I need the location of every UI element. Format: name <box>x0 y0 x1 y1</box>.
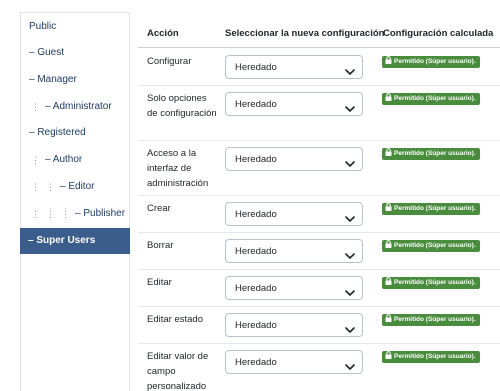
action-label: Crear <box>147 203 171 214</box>
row-divider <box>138 232 500 233</box>
user-groups-tablist: Public – Guest – Manager ⋮ – Administrator – … <box>20 12 130 391</box>
group-label: – Super Users <box>28 235 96 246</box>
calculated-setting-badge: Permitido (Súper usuario). <box>382 240 480 252</box>
action-label: Borrar <box>147 240 174 251</box>
chevron-down-icon <box>345 155 355 167</box>
calculated-setting-text: Permitido (Súper usuario). <box>394 205 476 212</box>
lock-icon <box>385 203 392 211</box>
action-label: Editar <box>147 277 172 288</box>
row-divider <box>138 343 500 344</box>
calculated-setting-text: Permitido (Súper usuario). <box>394 353 476 360</box>
group-tab-guest[interactable]: – Guest <box>21 40 129 66</box>
action-label: Editar valor de campo personalizado <box>147 351 209 391</box>
tree-indent-icon: ⋮ <box>46 209 55 219</box>
calculated-setting-text: Permitido (Súper usuario). <box>394 95 476 102</box>
chevron-down-icon <box>345 284 355 296</box>
calculated-setting-badge: Permitido (Súper usuario). <box>382 277 480 289</box>
permission-select-value: Heredado <box>235 154 277 165</box>
tree-indent-icon: ⋮ <box>31 182 40 192</box>
permission-select-value: Heredado <box>235 246 277 257</box>
permission-select[interactable]: Heredado <box>225 147 363 171</box>
group-label: – Author <box>45 154 83 165</box>
chevron-down-icon <box>345 63 355 75</box>
chevron-down-icon <box>345 321 355 333</box>
permission-select-value: Heredado <box>235 320 277 331</box>
permission-select-value: Heredado <box>235 209 277 220</box>
permission-select[interactable]: Heredado <box>225 350 363 374</box>
column-header-new-setting: Seleccionar la nueva configuración <box>225 28 385 39</box>
action-label: Solo opciones de configuración <box>147 93 217 119</box>
tree-indent-icon: ⋮ <box>46 182 55 192</box>
calculated-setting-badge: Permitido (Súper usuario). <box>382 93 480 105</box>
permission-select-value: Heredado <box>235 357 277 368</box>
group-label: – Guest <box>29 47 65 58</box>
group-label: – Manager <box>29 74 77 85</box>
calculated-setting-text: Permitido (Súper usuario). <box>394 279 476 286</box>
lock-icon <box>385 240 392 248</box>
header-divider <box>138 47 500 48</box>
action-label: Acceso a la interfaz de administración <box>147 148 209 189</box>
calculated-setting-text: Permitido (Súper usuario). <box>394 58 476 65</box>
chevron-down-icon <box>345 358 355 370</box>
lock-icon <box>385 351 392 359</box>
permission-select[interactable]: Heredado <box>225 276 363 300</box>
action-label: Configurar <box>147 56 192 67</box>
lock-icon <box>385 56 392 64</box>
tree-indent-icon: ⋮ <box>31 102 40 112</box>
tree-indent-icon: ⋮ <box>31 155 40 165</box>
calculated-setting-badge: Permitido (Súper usuario). <box>382 314 480 326</box>
permission-select[interactable]: Heredado <box>225 55 363 79</box>
group-tab-editor[interactable]: ⋮ ⋮ – Editor <box>21 174 129 200</box>
group-label: – Administrator <box>45 101 112 112</box>
permission-select[interactable]: Heredado <box>225 313 363 337</box>
chevron-down-icon <box>345 210 355 222</box>
row-divider <box>138 195 500 196</box>
calculated-setting-text: Permitido (Súper usuario). <box>394 316 476 323</box>
permission-select-value: Heredado <box>235 283 277 294</box>
row-divider <box>138 269 500 270</box>
lock-icon <box>385 277 392 285</box>
permission-select-value: Heredado <box>235 62 277 73</box>
calculated-setting-badge: Permitido (Súper usuario). <box>382 148 480 160</box>
group-label: – Publisher <box>75 208 126 219</box>
row-divider <box>138 306 500 307</box>
chevron-down-icon <box>345 100 355 112</box>
permissions-table: Acción Seleccionar la nueva configuració… <box>138 0 500 391</box>
lock-icon <box>385 314 392 322</box>
group-tab-administrator[interactable]: ⋮ – Administrator <box>21 94 129 120</box>
calculated-setting-badge: Permitido (Súper usuario). <box>382 351 480 363</box>
permission-select-value: Heredado <box>235 99 277 110</box>
tree-indent-icon: ⋮ <box>31 209 40 219</box>
row-divider <box>138 85 500 86</box>
group-tab-public[interactable]: Public <box>21 14 129 40</box>
lock-icon <box>385 148 392 156</box>
group-tab-manager[interactable]: – Manager <box>21 67 129 93</box>
permission-select[interactable]: Heredado <box>225 239 363 263</box>
row-divider <box>138 140 500 141</box>
permission-select[interactable]: Heredado <box>225 92 363 116</box>
column-header-action: Acción <box>147 28 179 39</box>
chevron-down-icon <box>345 247 355 259</box>
lock-icon <box>385 93 392 101</box>
permission-select[interactable]: Heredado <box>225 202 363 226</box>
tree-indent-icon: ⋮ <box>61 209 70 219</box>
calculated-setting-badge: Permitido (Súper usuario). <box>382 56 480 68</box>
group-label: Public <box>29 21 57 32</box>
column-header-calculated: Configuración calculada <box>383 28 494 39</box>
group-tab-publisher[interactable]: ⋮ ⋮ ⋮ – Publisher <box>21 201 129 227</box>
action-label: Editar estado <box>147 314 203 325</box>
group-tab-super-users[interactable]: – Super Users <box>20 228 130 254</box>
group-tab-author[interactable]: ⋮ – Author <box>21 147 129 173</box>
group-label: – Editor <box>60 181 95 192</box>
calculated-setting-text: Permitido (Súper usuario). <box>394 150 476 157</box>
group-tab-registered[interactable]: – Registered <box>21 120 129 146</box>
calculated-setting-text: Permitido (Súper usuario). <box>394 242 476 249</box>
calculated-setting-badge: Permitido (Súper usuario). <box>382 203 480 215</box>
group-label: – Registered <box>29 127 86 138</box>
